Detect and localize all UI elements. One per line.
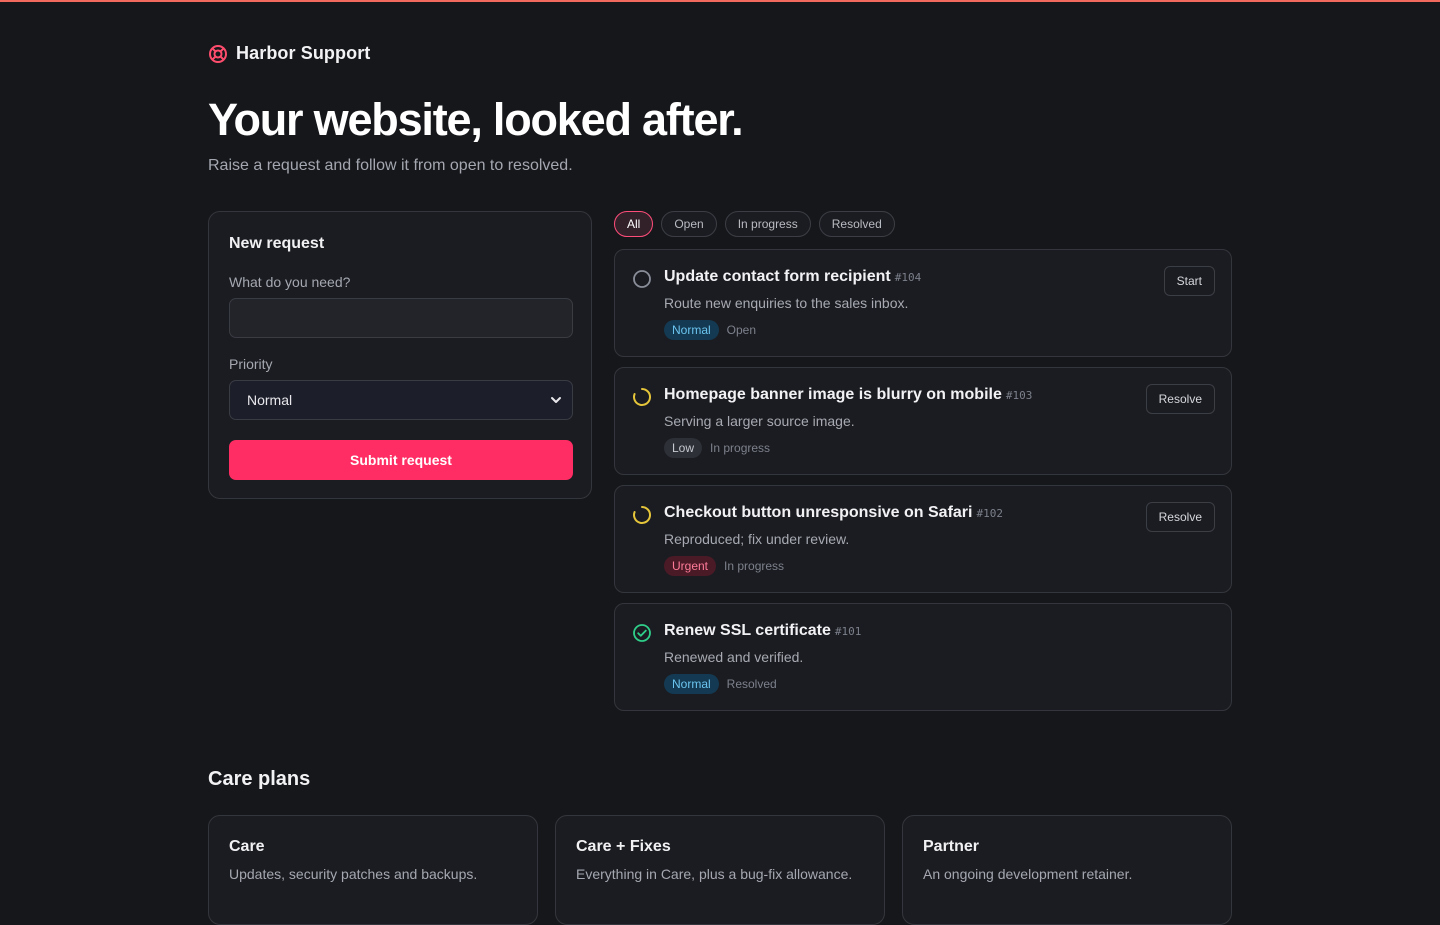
new-request-form: New request What do you need? Priority N… (208, 211, 592, 499)
ticket-title: Homepage banner image is blurry on mobil… (664, 386, 1002, 403)
ticket-card[interactable]: Homepage banner image is blurry on mobil… (614, 367, 1232, 475)
filter-open[interactable]: Open (661, 211, 717, 237)
page-subtitle: Raise a request and follow it from open … (208, 157, 573, 174)
brand[interactable]: Harbor Support (208, 43, 370, 64)
plan-card-care[interactable]: Care Updates, security patches and backu… (208, 815, 538, 925)
plan-description: Everything in Care, plus a bug-fix allow… (576, 866, 853, 882)
page-title: Your website, looked after. (208, 94, 744, 145)
priority-badge: Normal (664, 674, 719, 694)
filter-all[interactable]: All (614, 211, 654, 237)
ticket-id: #102 (976, 507, 1003, 520)
check-circle-icon (633, 624, 651, 642)
plan-name: Partner (923, 838, 980, 855)
ticket-description: Route new enquiries to the sales inbox. (664, 295, 909, 311)
resolve-button[interactable]: Resolve (1145, 502, 1215, 532)
circle-outline-icon (633, 270, 651, 288)
priority-label: Priority (229, 356, 273, 372)
ticket-id: #101 (834, 625, 862, 638)
lifebuoy-icon (209, 44, 227, 63)
ticket-title: Renew SSL certificate (664, 622, 831, 639)
chevron-down-icon (551, 397, 561, 403)
plan-description: Updates, security patches and backups. (229, 866, 478, 882)
priority-badge: Low (664, 438, 703, 458)
filter-resolved[interactable]: Resolved (818, 211, 895, 237)
priority-badge: Urgent (664, 556, 717, 576)
top-accent-line (0, 0, 1440, 2)
ticket-card[interactable]: Update contact form recipient #104 Route … (614, 249, 1232, 357)
priority-selected-value: Normal (247, 392, 293, 408)
start-button[interactable]: Start (1163, 266, 1215, 296)
priority-badge: Normal (664, 320, 719, 340)
ticket-title: Update contact form recipient (664, 268, 891, 285)
status-filter-tabs: All Open In progress Resolved (614, 211, 895, 237)
ticket-card[interactable]: Checkout button unresponsive on Safari #1… (614, 485, 1232, 593)
ticket-card[interactable]: Renew SSL certificate #101 Renewed and ve… (614, 603, 1232, 711)
ticket-title: Checkout button unresponsive on Safari (664, 504, 973, 521)
form-title: New request (229, 235, 325, 252)
status-text: In progress (724, 559, 785, 573)
ticket-description: Serving a larger source image. (664, 413, 855, 429)
care-plans-list: Care Updates, security patches and backu… (208, 815, 1232, 925)
brand-name: Harbor Support (236, 43, 371, 63)
spinner-icon (633, 388, 651, 406)
ticket-list: Update contact form recipient #104 Route … (614, 249, 1232, 721)
status-text: In progress (710, 441, 771, 455)
care-plans-heading: Care plans (208, 768, 311, 790)
plan-card-partner[interactable]: Partner An ongoing development retainer. (902, 815, 1232, 925)
submit-request-button[interactable]: Submit request (229, 440, 573, 480)
filter-in-progress[interactable]: In progress (724, 211, 811, 237)
status-text: Open (726, 323, 757, 337)
plan-description: An ongoing development retainer. (923, 866, 1133, 882)
plan-card-care-fixes[interactable]: Care + Fixes Everything in Care, plus a … (555, 815, 885, 925)
need-label: What do you need? (229, 274, 351, 290)
plan-name: Care (229, 838, 265, 855)
status-text: Resolved (726, 677, 777, 691)
spinner-icon (633, 506, 651, 524)
ticket-description: Renewed and verified. (664, 649, 804, 665)
ticket-id: #103 (1005, 389, 1033, 402)
plan-name: Care + Fixes (576, 838, 671, 855)
priority-select[interactable]: Normal (229, 380, 573, 420)
ticket-description: Reproduced; fix under review. (664, 531, 850, 547)
ticket-id: #104 (894, 271, 922, 284)
request-input[interactable] (229, 298, 573, 338)
resolve-button[interactable]: Resolve (1145, 384, 1215, 414)
